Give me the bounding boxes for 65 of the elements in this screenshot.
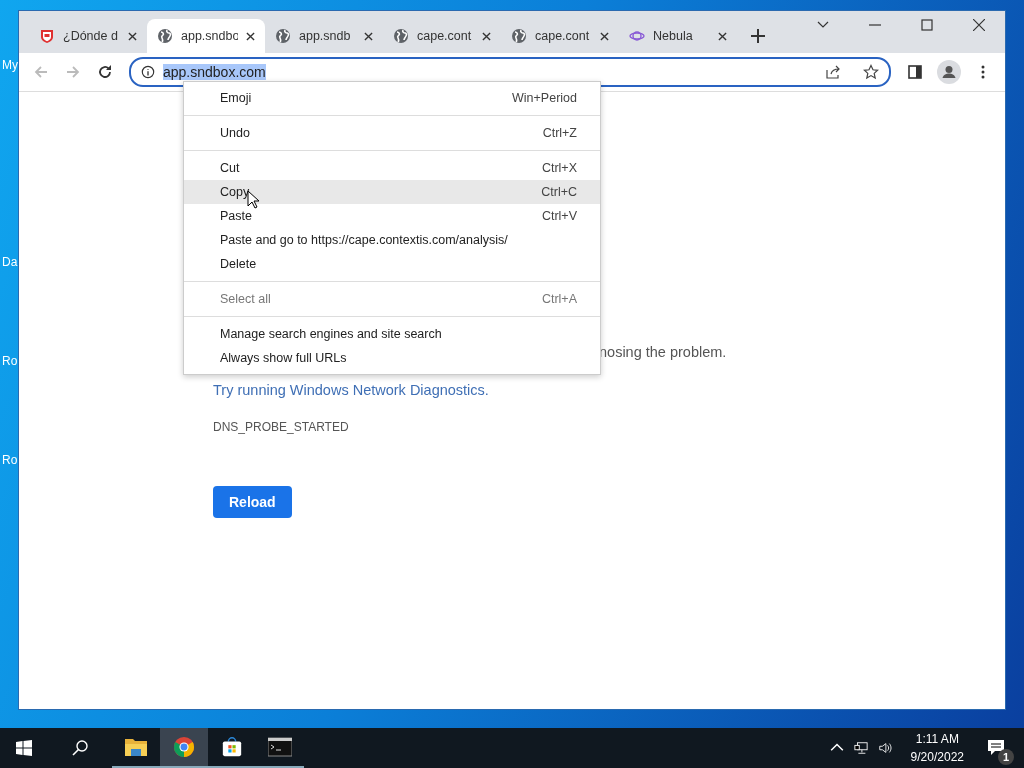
tab-title: cape.cont	[417, 29, 473, 43]
menu-item[interactable]: Undo Ctrl+Z	[184, 121, 600, 145]
reload-button[interactable]: Reload	[213, 486, 292, 518]
browser-tab[interactable]: Nebula	[619, 19, 737, 53]
shortcut-label: Ctrl+A	[541, 292, 577, 306]
error-code: DNS_PROBE_STARTED	[213, 420, 349, 434]
shortcut-label: Ctrl+C	[541, 185, 577, 199]
tab-title: app.sndbo	[181, 29, 238, 43]
menu-item[interactable]: Emoji Win+Period	[184, 86, 600, 110]
browser-tab[interactable]: cape.cont	[383, 19, 501, 53]
store-bag-icon	[220, 736, 244, 758]
folder-icon	[124, 736, 148, 758]
menu-item[interactable]: Paste and go to https://cape.contextis.com/analysis/	[184, 228, 600, 252]
shortcut-label: Ctrl+Z	[542, 126, 577, 140]
close-icon[interactable]	[718, 31, 727, 41]
menu-item[interactable]: Delete	[184, 252, 600, 276]
diagnostics-link[interactable]: Try running Windows Network Diagnostics.	[213, 382, 489, 398]
menu-item[interactable]: Manage search engines and site search	[184, 322, 600, 346]
notification-count-badge: 1	[998, 749, 1014, 765]
share-icon[interactable]	[825, 64, 841, 80]
close-icon[interactable]	[973, 19, 985, 31]
tab-title: Nebula	[653, 29, 694, 43]
browser-tab[interactable]: ¿Dónde d	[29, 19, 147, 53]
shortcut-label: Win+Period	[512, 91, 577, 105]
browser-tab[interactable]: cape.cont	[501, 19, 619, 53]
mouse-pointer-icon	[247, 190, 259, 209]
tab-title: app.sndb	[299, 29, 352, 43]
close-icon[interactable]	[128, 31, 137, 41]
url-text: app.sndbox.com	[163, 64, 266, 80]
globe-icon	[511, 28, 527, 44]
shortcut-label: Ctrl+X	[541, 161, 577, 175]
shortcut-label: Ctrl+V	[541, 209, 577, 223]
new-tab-icon[interactable]	[751, 29, 765, 43]
tab-title: ¿Dónde d	[63, 29, 119, 43]
browser-tab[interactable]: app.sndb	[265, 19, 383, 53]
reload-icon[interactable]	[97, 64, 113, 80]
clock-time: 1:11 AM	[915, 731, 959, 748]
terminal-icon	[268, 736, 292, 758]
search-icon[interactable]	[72, 740, 88, 756]
profile-avatar-icon[interactable]	[937, 60, 961, 84]
maximize-icon[interactable]	[921, 19, 933, 31]
clock[interactable]: 1:11 AM 9/20/2022	[910, 730, 964, 766]
menu-item[interactable]: Copy Ctrl+C	[184, 180, 600, 204]
windows-start-icon[interactable]	[16, 740, 32, 756]
planet-icon	[629, 28, 645, 44]
globe-icon	[275, 28, 291, 44]
shield-icon	[39, 28, 55, 44]
speaker-icon[interactable]	[877, 741, 892, 755]
side-panel-icon[interactable]	[907, 64, 923, 80]
close-icon[interactable]	[600, 31, 609, 41]
info-icon	[141, 65, 155, 79]
menu-item[interactable]: Always show full URLs	[184, 346, 600, 370]
tab-title: cape.cont	[535, 29, 591, 43]
menu-item[interactable]: Paste Ctrl+V	[184, 204, 600, 228]
close-icon[interactable]	[482, 31, 491, 41]
star-icon[interactable]	[863, 64, 879, 80]
chrome-icon	[172, 736, 196, 758]
globe-icon	[157, 28, 173, 44]
close-icon[interactable]	[364, 31, 373, 41]
network-icon[interactable]	[853, 741, 868, 755]
menu-item[interactable]: Cut Ctrl+X	[184, 156, 600, 180]
globe-icon	[393, 28, 409, 44]
browser-tab[interactable]: app.sndbo	[147, 19, 265, 53]
clock-date: 9/20/2022	[910, 749, 964, 766]
close-icon[interactable]	[246, 31, 255, 41]
